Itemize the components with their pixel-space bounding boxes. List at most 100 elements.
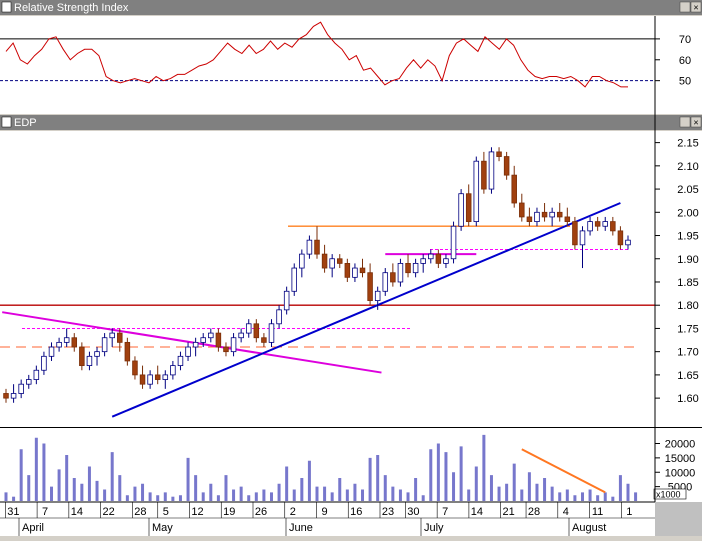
volume-bar [406,492,410,501]
candle-body [481,160,487,190]
volume-bar [611,496,615,501]
volume-bar [414,478,418,501]
x-day-label: 5 [163,506,169,518]
volume-bar [178,495,182,501]
candle-body [344,263,351,278]
volume-bar [436,443,440,501]
candle-body [223,346,229,353]
volume-tick-label: 10000 [665,467,696,479]
price-tick-label: 1.60 [677,393,698,405]
volume-bar [603,492,607,501]
volume-bar [141,483,145,501]
x-day-label: 9 [321,506,327,518]
volume-bar [391,486,395,501]
candle-body [337,258,343,264]
volume-bar [505,483,509,501]
volume-bar [80,483,84,501]
volume-bar [95,480,99,501]
candle-body [162,374,169,380]
volume-bar [323,486,327,501]
volume-bar [596,495,600,501]
price-plot-area [0,131,655,427]
candle-body [443,258,449,264]
x-day-label: 28 [134,506,146,518]
candle [450,221,457,264]
candle-body [321,253,328,269]
candle-body [519,202,525,218]
volume-bar [300,478,304,501]
candle-body [587,221,593,232]
volume-bar [216,495,220,501]
volume-bar [254,492,258,501]
candle-body [170,365,176,376]
volume-bar [277,483,281,501]
volume-bar [398,489,402,501]
x-day-label: 14 [471,506,483,518]
candle-body [397,263,404,283]
volume-bar [133,486,137,501]
candle-body [299,253,305,269]
candle-body [291,267,297,292]
candle-body [261,337,267,343]
candle-body [154,374,161,380]
volume-bar [368,457,372,501]
volume-bar [580,492,584,501]
candle-body [26,379,32,385]
volume-bar [27,475,31,501]
volume-bar [19,449,23,501]
candle-body [132,360,138,376]
candle-body [268,323,275,343]
volume-bar [512,463,516,501]
volume-unit-label: x1000 [656,490,681,500]
volume-bar [262,489,266,501]
candle-body [412,263,419,274]
candle-body [33,369,40,380]
candle-body [3,393,9,399]
x-day-label: 7 [42,506,48,518]
candle-body [488,151,495,190]
candle-body [329,258,335,269]
price-tick-label: 1.85 [677,277,698,289]
candle-body [572,221,578,246]
x-day-label: 1 [626,506,632,518]
x-day-label: 22 [102,506,114,518]
price-titlebar[interactable] [0,115,702,130]
candle-body [41,355,47,371]
volume-tick-label: 20000 [665,439,696,451]
price-tick-label: 1.65 [677,370,698,382]
x-day-label: 19 [223,506,235,518]
candle-body [579,230,586,246]
rsi-restore-button[interactable] [679,1,691,13]
volume-bar [65,455,69,501]
candle-body [124,341,131,362]
volume-bar [376,455,380,501]
candle-body [534,211,540,222]
volume-bar [186,457,190,501]
candle [488,147,495,194]
candle-body [541,211,548,218]
x-day-label: 16 [350,506,362,518]
candle-body [564,216,571,222]
rsi-panel-icon [1,1,12,13]
candle-body [283,290,290,311]
volume-bar [201,492,205,501]
price-restore-button[interactable] [679,116,691,128]
volume-bar [247,495,251,501]
volume-bar [72,478,76,501]
candle-body [139,374,146,385]
volume-bar [535,483,539,501]
volume-bar [452,472,456,501]
volume-bar [194,475,198,501]
volume-bar [467,489,471,501]
candle-body [610,221,616,232]
candle-body [382,272,389,292]
chart-window: Relative Strength Index × 50 60 70 EDP × 1… [0,0,702,536]
candle-body [359,267,366,274]
rsi-tick-label: 70 [679,34,691,46]
price-tick-label: 1.80 [677,300,698,312]
candle-body [177,355,184,367]
price-title: EDP [14,117,37,129]
volume-bar [110,452,114,501]
candle-body [238,332,244,339]
price-panel-icon [1,116,12,128]
